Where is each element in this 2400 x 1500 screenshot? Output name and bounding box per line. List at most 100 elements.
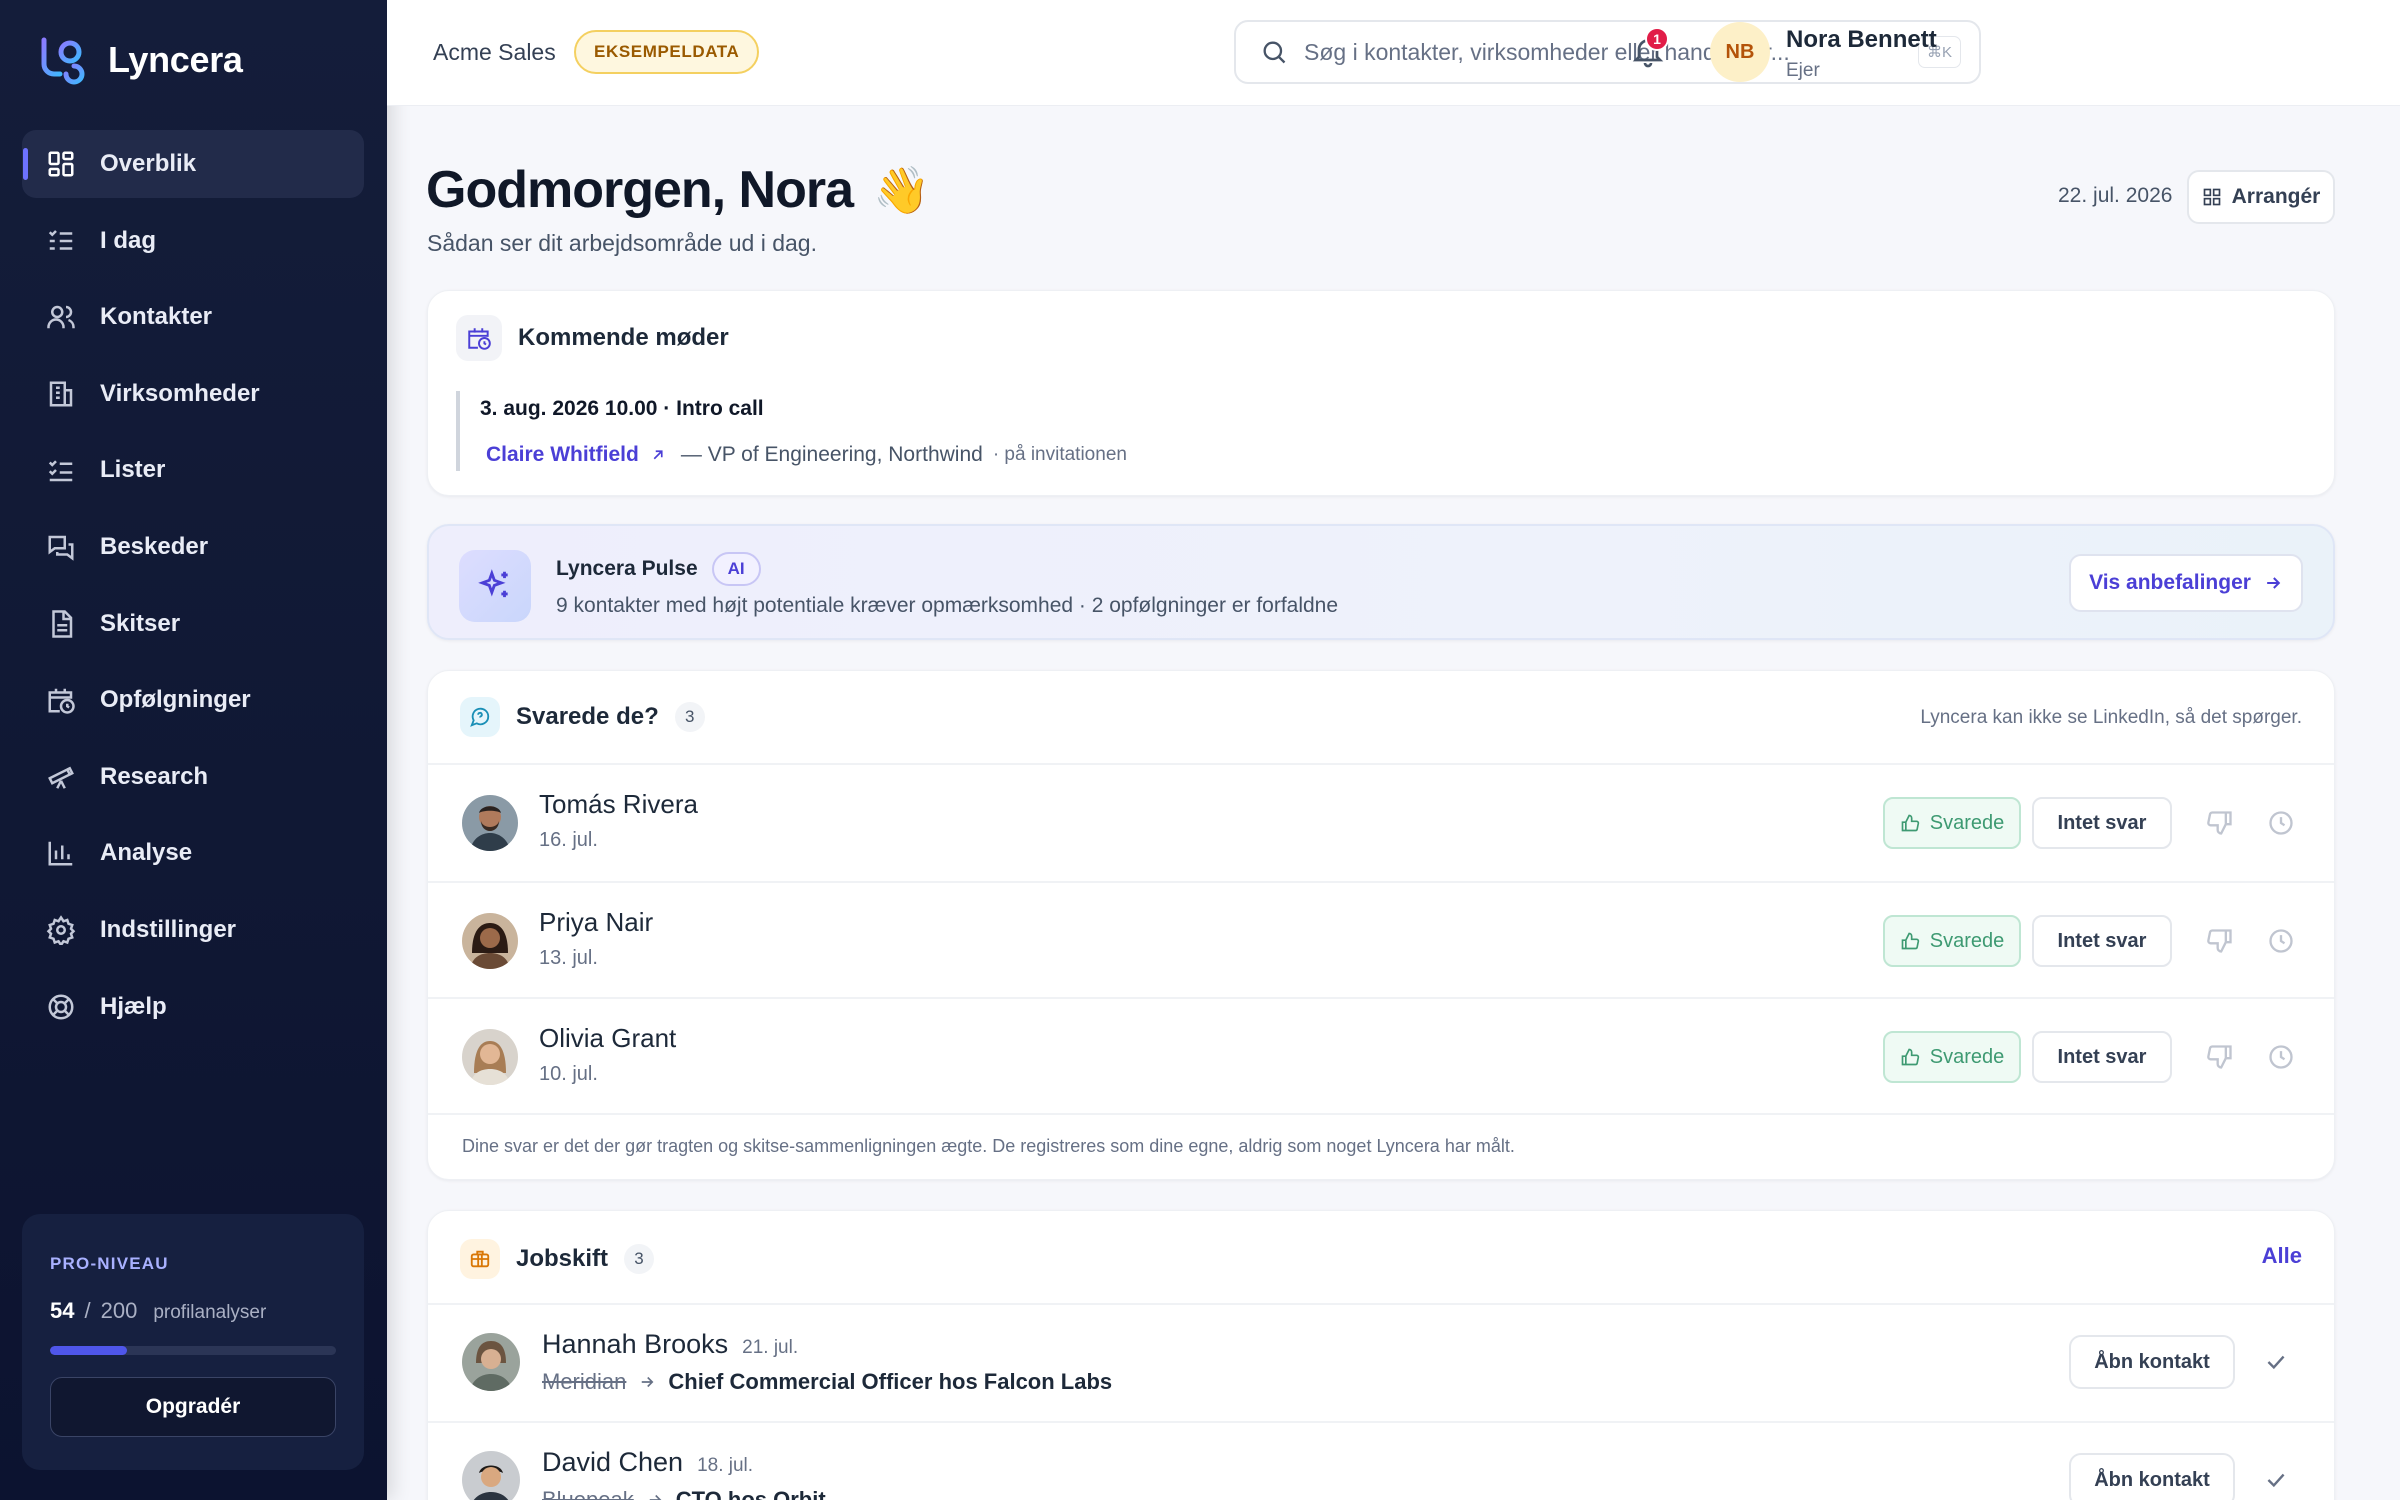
check-icon[interactable] (2263, 1349, 2289, 1375)
sidebar-item-i-dag[interactable]: I dag (22, 207, 364, 275)
arrange-button[interactable]: Arrangér (2187, 170, 2335, 224)
show-recommendations-button[interactable]: Vis anbefalinger (2069, 554, 2303, 612)
sidebar-item-hjaelp[interactable]: Hjælp (22, 973, 364, 1041)
thumbs-up-icon (1901, 814, 1919, 832)
no-reply-button[interactable]: Intet svar (2032, 1031, 2172, 1083)
previous-company: Meridian (542, 1369, 627, 1394)
sidebar-item-opfolgninger[interactable]: Opfølgninger (22, 666, 364, 734)
person-photo (462, 795, 518, 851)
user-name[interactable]: Nora Bennett (1786, 26, 1937, 54)
workspace-switcher[interactable]: Acme Sales (433, 39, 556, 66)
sidebar-item-beskeder[interactable]: Beskeder (22, 513, 364, 581)
open-contact-button[interactable]: Åbn kontakt (2069, 1335, 2235, 1389)
plan-separator: / (84, 1298, 91, 1323)
check-icon[interactable] (2263, 1467, 2289, 1493)
job-change: Bluepeak CTO hos Orbit (542, 1487, 826, 1500)
job-change: Meridian Chief Commercial Officer hos Fa… (542, 1369, 1112, 1395)
replied-button[interactable]: Svarede (1883, 797, 2021, 849)
list-item: Priya Nair 13. jul. Svarede Intet svar (428, 881, 2334, 997)
snooze-clock-icon[interactable] (2267, 1043, 2295, 1071)
meeting-when-title: 3. aug. 2026 10.00 · Intro call (480, 397, 764, 420)
page-title: Godmorgen, Nora 👋 (426, 160, 930, 220)
pulse-title: Lyncera Pulse (556, 557, 698, 580)
thumbs-down-icon[interactable] (2206, 809, 2234, 837)
avatar[interactable] (462, 1029, 518, 1085)
notification-count: 1 (1645, 27, 1669, 51)
sidebar-item-indstillinger[interactable]: Indstillinger (22, 896, 364, 964)
sidebar-item-research[interactable]: Research (22, 743, 364, 811)
lifebuoy-icon (48, 994, 74, 1020)
thumbs-down-icon[interactable] (2206, 1043, 2234, 1071)
meetings-title: Kommende møder (518, 324, 729, 351)
no-reply-button[interactable]: Intet svar (2032, 915, 2172, 967)
question-chat-icon (470, 707, 490, 727)
job-changes-card: Jobskift 3 Alle Hannah Brooks 21. jul. M… (427, 1210, 2335, 1500)
bar-chart-icon (48, 842, 73, 866)
gear-icon (46, 915, 76, 945)
meeting-item: 3. aug. 2026 10.00 · Intro call Claire W… (456, 391, 1127, 471)
sidebar-item-label: I dag (100, 226, 157, 254)
app-name: Lyncera (108, 39, 243, 80)
sidebar-item-label: Opfølgninger (100, 686, 251, 714)
app-logo[interactable]: Lyncera (36, 34, 243, 86)
sidebar-item-label: Kontakter (100, 303, 213, 331)
meeting-contact-role: — VP of Engineering, Northwind (680, 443, 983, 466)
list-icon (48, 460, 73, 482)
building-icon (49, 381, 73, 407)
plan-card: PRO-NIVEAU 54 / 200 profilanalyser Opgra… (22, 1214, 364, 1470)
plan-usage: 54 / 200 profilanalyser (50, 1298, 336, 1324)
arrow-right-icon (2267, 577, 2281, 589)
calendar-clock-icon (48, 688, 75, 714)
divider (428, 1113, 2334, 1115)
replied-button[interactable]: Svarede (1883, 1031, 2021, 1083)
avatar[interactable] (462, 1333, 520, 1391)
replies-footer: Dine svar er det der gør tragten og skit… (462, 1136, 1515, 1156)
sidebar-item-skitser[interactable]: Skitser (22, 590, 364, 658)
person-photo (462, 1451, 520, 1500)
thumbs-down-icon[interactable] (2206, 927, 2234, 955)
sidebar-item-lister[interactable]: Lister (22, 436, 364, 504)
search-icon (1263, 41, 1286, 64)
sidebar-item-analyse[interactable]: Analyse (22, 819, 364, 887)
thumbs-up-icon (1901, 932, 1919, 950)
replied-button[interactable]: Svarede (1883, 915, 2021, 967)
users-icon (47, 305, 75, 329)
contact-name-row: Hannah Brooks 21. jul. (542, 1329, 798, 1360)
layout-grid-icon (2203, 188, 2220, 206)
pulse-summary: 9 kontakter med højt potentiale kræver o… (556, 594, 1339, 617)
contact-name[interactable]: Olivia Grant (539, 1023, 676, 1054)
sidebar-item-label: Lister (100, 456, 166, 484)
meeting-note: · på invitationen (992, 444, 1127, 465)
snooze-clock-icon[interactable] (2267, 809, 2295, 837)
arrange-label: Arrangér (2231, 185, 2321, 208)
jobs-all-link[interactable]: Alle (2262, 1243, 2302, 1269)
contact-name[interactable]: Hannah Brooks (542, 1329, 728, 1360)
contact-name[interactable]: David Chen (542, 1447, 683, 1478)
pulse-icon-chip (459, 550, 531, 622)
avatar[interactable] (462, 913, 518, 969)
sidebar-item-label: Indstillinger (100, 915, 237, 943)
contact-name[interactable]: Priya Nair (539, 907, 653, 938)
upgrade-button[interactable]: Opgradér (50, 1377, 336, 1437)
did-they-reply-card: Svarede de? 3 Lyncera kan ikke se Linked… (427, 670, 2335, 1180)
replies-icon-chip (460, 697, 500, 737)
sidebar-item-kontakter[interactable]: Kontakter (22, 283, 364, 351)
pulse-title-row: Lyncera Pulse AI (556, 552, 761, 586)
no-reply-button[interactable]: Intet svar (2032, 797, 2172, 849)
avatar[interactable] (462, 795, 518, 851)
sidebar-item-virksomheder[interactable]: Virksomheder (22, 360, 364, 428)
snooze-clock-icon[interactable] (2267, 927, 2295, 955)
plan-progress-bar (50, 1346, 336, 1355)
avatar[interactable]: NB (1710, 22, 1770, 82)
telescope-icon (48, 766, 74, 789)
meeting-contact-link[interactable]: Claire Whitfield (486, 443, 639, 467)
sidebar-item-overblik[interactable]: Overblik (22, 130, 364, 198)
contact-name[interactable]: Tomás Rivera (539, 789, 698, 820)
external-link-icon[interactable] (649, 446, 667, 464)
show-recommendations-label: Vis anbefalinger (2089, 571, 2251, 594)
new-position: Chief Commercial Officer hos Falcon Labs (668, 1369, 1113, 1394)
open-contact-button[interactable]: Åbn kontakt (2069, 1453, 2235, 1500)
sidebar-item-label: Skitser (100, 609, 181, 637)
avatar[interactable] (462, 1451, 520, 1500)
contact-date: 10. jul. (539, 1063, 598, 1085)
